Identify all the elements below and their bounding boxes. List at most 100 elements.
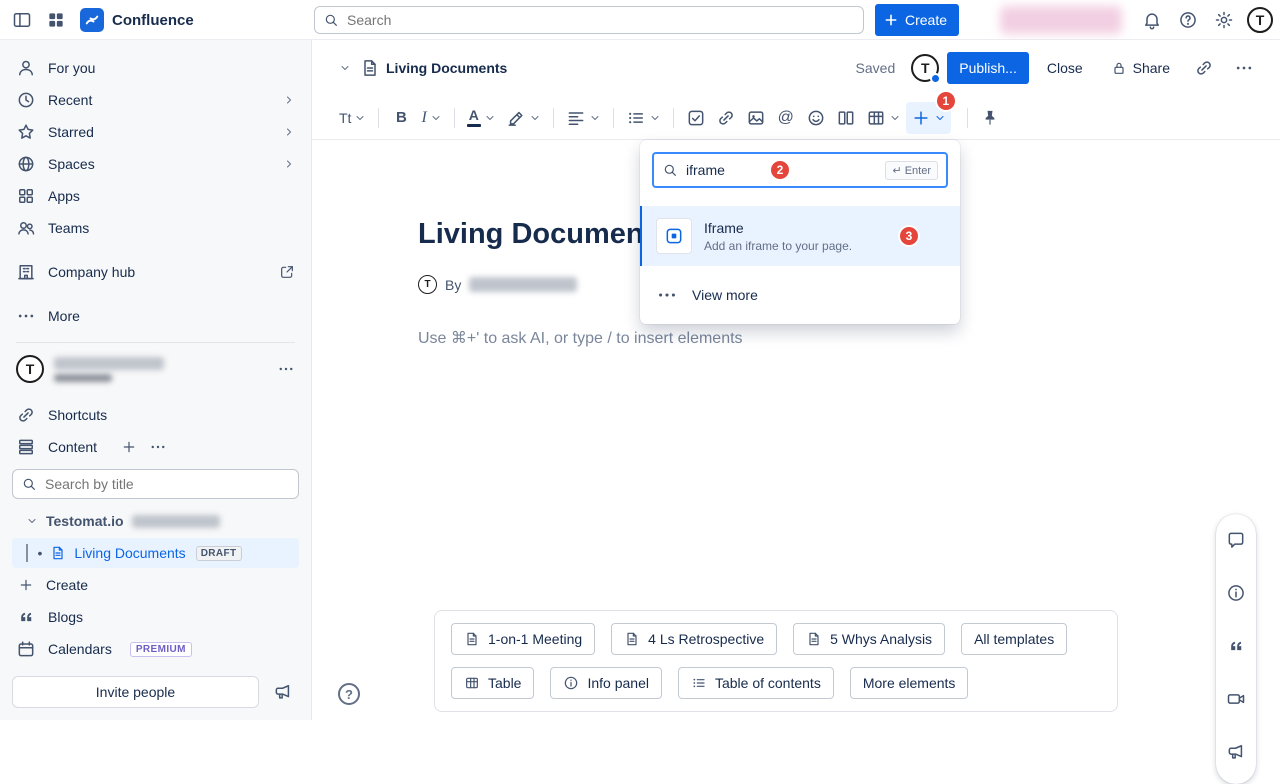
sidebar-item-starred[interactable]: Starred <box>0 116 311 148</box>
help-button[interactable] <box>1172 4 1204 36</box>
collaborator-avatar[interactable]: T <box>911 54 939 82</box>
global-search-input[interactable] <box>314 6 864 34</box>
app-switcher-button[interactable] <box>40 4 72 36</box>
question-circle-icon <box>1178 10 1198 30</box>
page-header: Living Documents Saved T Publish... Clos… <box>312 40 1280 96</box>
list-icon <box>691 675 707 691</box>
insert-element-popup: iframe 2 ↵ Enter Iframe Add an iframe to… <box>640 140 960 324</box>
tree-item-page-living-documents[interactable]: • Living Documents DRAFT <box>12 538 299 568</box>
byline-prefix: By <box>445 277 461 293</box>
add-content-icon[interactable] <box>121 439 137 455</box>
sidebar-item-recent[interactable]: Recent <box>0 84 311 116</box>
quotes-button[interactable] <box>1220 630 1252 662</box>
insert-image-button[interactable] <box>741 102 771 134</box>
insert-toc-button[interactable]: Table of contents <box>678 667 834 699</box>
more-elements-button[interactable]: More elements <box>850 667 969 699</box>
layout-button[interactable] <box>831 102 861 134</box>
details-button[interactable] <box>1220 577 1252 609</box>
comments-button[interactable] <box>1220 524 1252 556</box>
page-name: Living Documents <box>74 545 185 561</box>
pin-toolbar-button[interactable] <box>975 102 1005 134</box>
sidebar-item-blogs[interactable]: Blogs <box>0 601 311 633</box>
highlight-button[interactable] <box>501 102 546 134</box>
editor-help-button[interactable]: ? <box>338 683 360 705</box>
sidebar-item-more[interactable]: More <box>0 300 311 332</box>
columns-icon <box>836 108 856 128</box>
template-button[interactable]: 1-on-1 Meeting <box>451 623 595 655</box>
share-button[interactable]: Share <box>1101 52 1180 84</box>
text-style-button[interactable]: Tt <box>334 102 371 134</box>
emoji-button[interactable] <box>801 102 831 134</box>
list-button[interactable] <box>621 102 666 134</box>
invite-people-button[interactable]: Invite people <box>12 676 259 708</box>
ellipsis-icon[interactable] <box>149 438 167 456</box>
content-search-input[interactable] <box>12 469 299 499</box>
sidebar-item-shortcuts[interactable]: Shortcuts <box>0 399 311 431</box>
clock-icon <box>16 90 36 110</box>
bold-label: B <box>396 109 407 126</box>
chevron-right-icon[interactable] <box>283 158 295 170</box>
table-button[interactable] <box>861 102 906 134</box>
template-label: 5 Whys Analysis <box>830 631 932 647</box>
more-actions-button[interactable] <box>1228 52 1260 84</box>
sidebar-create-page[interactable]: Create <box>0 569 311 601</box>
megaphone-icon <box>1226 742 1246 762</box>
collapse-title-button[interactable] <box>332 52 358 84</box>
space-profile-row[interactable]: T <box>0 349 311 389</box>
settings-button[interactable] <box>1208 4 1240 36</box>
text-color-button[interactable]: A <box>462 102 501 134</box>
alignment-button[interactable] <box>561 102 606 134</box>
popup-search-field[interactable]: iframe 2 ↵ Enter <box>652 152 948 188</box>
editor-placeholder[interactable]: Use ⌘+' to ask AI, or type / to insert e… <box>418 328 1280 348</box>
insert-info-panel-button[interactable]: Info panel <box>550 667 662 699</box>
profile-avatar-button[interactable]: T <box>1244 4 1276 36</box>
sidebar-toggle-button[interactable] <box>6 4 38 36</box>
comment-icon <box>1226 530 1246 550</box>
insert-element-button[interactable]: 1 <box>906 102 951 134</box>
sidebar-item-spaces[interactable]: Spaces <box>0 148 311 180</box>
task-button[interactable] <box>681 102 711 134</box>
popup-view-more[interactable]: View more <box>640 266 960 324</box>
result-description: Add an iframe to your page. <box>704 239 852 253</box>
popup-result-iframe[interactable]: Iframe Add an iframe to your page. 3 <box>640 206 960 266</box>
video-camera-icon <box>1226 689 1246 709</box>
close-button[interactable]: Close <box>1037 52 1093 84</box>
announce-button[interactable] <box>267 676 299 708</box>
create-button[interactable]: Create <box>875 4 959 36</box>
enter-key-hint: ↵ Enter <box>885 161 938 180</box>
italic-button[interactable]: I <box>416 102 446 134</box>
color-bar <box>467 124 481 127</box>
chevron-right-icon[interactable] <box>283 126 295 138</box>
ellipsis-icon <box>1234 58 1254 78</box>
sidebar-item-teams[interactable]: Teams <box>0 212 311 244</box>
confluence-logo[interactable]: Confluence <box>80 8 194 32</box>
bold-button[interactable]: B <box>386 102 416 134</box>
divider <box>673 108 674 128</box>
sidebar-item-for-you[interactable]: For you <box>0 52 311 84</box>
tree-item-space[interactable]: Testomat.io <box>0 505 311 537</box>
mention-button[interactable]: @ <box>771 102 801 134</box>
app-name: Confluence <box>112 12 194 29</box>
insert-table-button[interactable]: Table <box>451 667 534 699</box>
copy-link-button[interactable] <box>1188 52 1220 84</box>
ellipsis-icon <box>656 284 678 306</box>
feedback-button[interactable] <box>1220 736 1252 768</box>
content-section-header[interactable]: Content <box>0 431 311 463</box>
chevron-down-icon <box>649 112 661 124</box>
quote-icon <box>16 607 36 627</box>
chevron-down-icon[interactable] <box>26 515 38 527</box>
insert-link-button[interactable] <box>711 102 741 134</box>
sidebar-item-calendars[interactable]: Calendars PREMIUM <box>0 633 311 665</box>
ellipsis-icon[interactable] <box>277 360 295 378</box>
sidebar-label: Apps <box>48 188 80 204</box>
chevron-right-icon[interactable] <box>283 94 295 106</box>
sidebar-item-company-hub[interactable]: Company hub <box>0 256 311 288</box>
publish-button[interactable]: Publish... <box>947 52 1029 84</box>
video-button[interactable] <box>1220 683 1252 715</box>
sidebar-item-apps[interactable]: Apps <box>0 180 311 212</box>
template-button[interactable]: 4 Ls Retrospective <box>611 623 777 655</box>
all-templates-button[interactable]: All templates <box>961 623 1067 655</box>
notifications-button[interactable] <box>1136 4 1168 36</box>
template-button[interactable]: 5 Whys Analysis <box>793 623 945 655</box>
ellipsis-icon <box>16 306 36 326</box>
